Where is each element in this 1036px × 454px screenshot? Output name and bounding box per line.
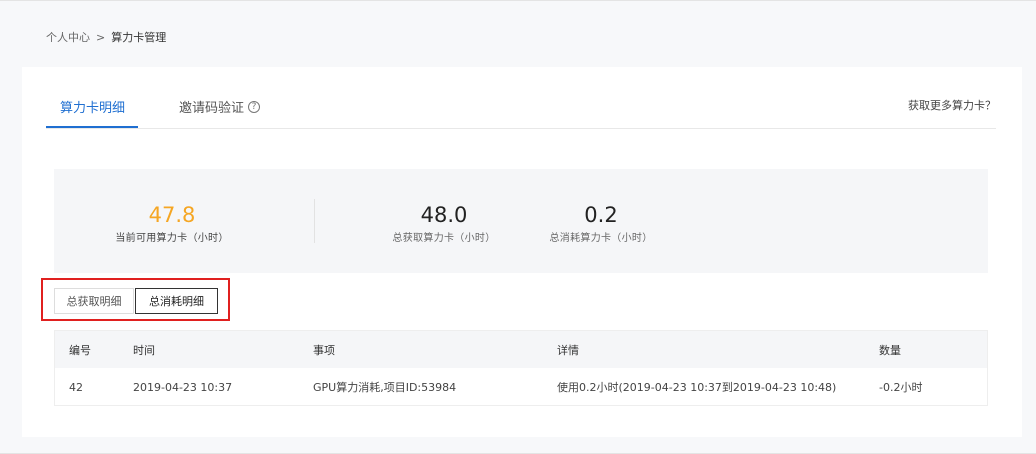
tab-invite-verify[interactable]: 邀请码验证 ? — [179, 97, 261, 116]
cell-quantity: -0.2小时 — [879, 381, 923, 394]
stat-available-value: 47.8 — [148, 203, 196, 227]
cell-id: 42 — [69, 380, 83, 394]
table-row: 42 2019-04-23 10:37 GPU算力消耗,项目ID:53984 使… — [55, 368, 987, 406]
stats-panel: 47.8 当前可用算力卡（小时） 48.0 总获取算力卡（小时） 0.2 总消耗… — [54, 169, 988, 273]
col-header-id: 编号 — [69, 343, 91, 357]
cell-time: 2019-04-23 10:37 — [133, 380, 233, 394]
cell-item: GPU算力消耗,项目ID:53984 — [313, 381, 457, 394]
tab-invite-label: 邀请码验证 — [179, 101, 245, 116]
col-header-detail: 详情 — [557, 343, 579, 357]
card-management-panel: 算力卡明细 邀请码验证 ? 获取更多算力卡？ 47.8 当前可用算力卡（小时） … — [22, 67, 1022, 437]
stat-used-value: 0.2 — [584, 203, 618, 227]
tab-bar: 算力卡明细 邀请码验证 ? 获取更多算力卡？ — [46, 67, 996, 129]
tab-card-detail[interactable]: 算力卡明细 — [60, 97, 125, 116]
stat-total: 48.0 总获取算力卡（小时） — [384, 203, 504, 244]
cell-detail: 使用0.2小时(2019-04-23 10:37到2019-04-23 10:4… — [557, 381, 837, 394]
usage-detail-button[interactable]: 总消耗明细 — [135, 288, 218, 314]
table-header: 编号 时间 事项 详情 数量 — [55, 331, 987, 368]
get-more-cards-link[interactable]: 获取更多算力卡？ — [908, 97, 996, 113]
stat-total-value: 48.0 — [420, 203, 468, 227]
col-header-quantity: 数量 — [879, 343, 901, 357]
usage-table: 编号 时间 事项 详情 数量 42 2019-04-23 10:37 GPU算力… — [54, 330, 988, 406]
stat-available: 47.8 当前可用算力卡（小时） — [112, 203, 232, 244]
col-header-item: 事项 — [313, 343, 335, 357]
stat-used-label: 总消耗算力卡（小时） — [549, 233, 653, 244]
stat-available-label: 当前可用算力卡（小时） — [115, 233, 229, 244]
breadcrumb: 个人中心 > 算力卡管理 — [46, 29, 166, 45]
stat-total-label: 总获取算力卡（小时） — [392, 233, 496, 244]
help-icon[interactable]: ? — [248, 100, 261, 113]
breadcrumb-home[interactable]: 个人中心 — [46, 29, 90, 45]
breadcrumb-current: 算力卡管理 — [111, 31, 167, 44]
income-detail-button[interactable]: 总获取明细 — [54, 288, 134, 314]
breadcrumb-separator: > — [96, 30, 106, 44]
active-tab-indicator — [46, 126, 138, 128]
stat-used: 0.2 总消耗算力卡（小时） — [541, 203, 661, 244]
stats-divider — [314, 199, 315, 243]
col-header-time: 时间 — [133, 343, 155, 357]
